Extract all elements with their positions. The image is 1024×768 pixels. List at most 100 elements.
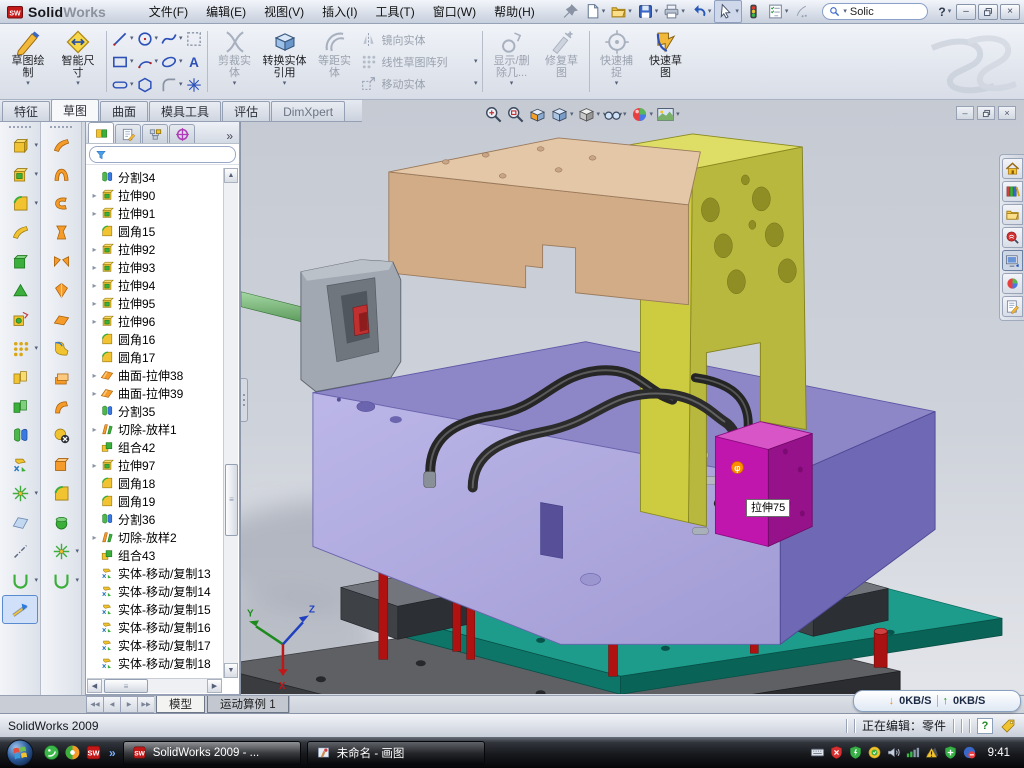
panel-splitter-handle[interactable] xyxy=(241,378,248,422)
options-button[interactable]: ▾ xyxy=(765,1,791,22)
menu-item-1[interactable]: 编辑(E) xyxy=(197,0,255,23)
selection-box-button[interactable] xyxy=(185,28,203,50)
knit-surface-button[interactable] xyxy=(43,363,79,392)
expand-icon[interactable]: ▸ xyxy=(89,281,100,290)
sketch-button[interactable]: 草图绘制▾ xyxy=(4,27,52,96)
solidworks-resources-tab[interactable] xyxy=(1002,158,1023,179)
tree-item[interactable]: ▸拉伸90 xyxy=(89,186,222,204)
solidworks-search-tab[interactable] xyxy=(1002,227,1023,248)
tab-草图[interactable]: 草图 xyxy=(51,99,99,121)
tree-item[interactable]: ▸拉伸95 xyxy=(89,294,222,312)
tree-item[interactable]: ▸曲面-拉伸38 xyxy=(89,366,222,384)
3d-model-scene[interactable]: φ Y Z xyxy=(241,100,1024,694)
tree-item[interactable]: 圆角18 xyxy=(89,474,222,492)
extruded-boss-button[interactable]: ▾ xyxy=(2,131,38,160)
zoom-area-button[interactable] xyxy=(506,105,525,124)
sheet-nav-3[interactable]: ▶▶ xyxy=(137,696,154,713)
quick-launch-overflow[interactable]: » xyxy=(109,746,116,760)
filled-surface-button[interactable] xyxy=(43,247,79,276)
tab-特征[interactable]: 特征 xyxy=(2,101,50,121)
apply-scene-button[interactable]: ▾ xyxy=(656,105,680,124)
close-button[interactable]: × xyxy=(1000,4,1020,20)
defender-icon[interactable] xyxy=(943,745,958,760)
spline-button[interactable]: ▾ xyxy=(160,28,183,50)
expand-icon[interactable]: ▸ xyxy=(89,299,100,308)
expand-icon[interactable]: ▸ xyxy=(89,371,100,380)
circle-button[interactable]: ▾ xyxy=(136,28,159,50)
sheet-nav-0[interactable]: ◀◀ xyxy=(86,696,103,713)
boundary-surface-button[interactable] xyxy=(43,218,79,247)
curve-through-points-button[interactable]: ▾ xyxy=(43,566,79,595)
search-box[interactable]: ▾ Solic xyxy=(822,3,928,20)
file-explorer-tab[interactable] xyxy=(1002,204,1023,225)
ruled-surface-button[interactable] xyxy=(43,334,79,363)
tree-item[interactable]: 分割35 xyxy=(89,402,222,420)
revolved-boss-button[interactable] xyxy=(2,247,38,276)
offset-entities-button[interactable]: 等距实体 xyxy=(312,27,358,96)
input-keyboard-icon[interactable] xyxy=(810,745,825,760)
restore-button[interactable] xyxy=(978,4,998,20)
expand-icon[interactable]: ▸ xyxy=(89,317,100,326)
repair-sketch-button[interactable]: 修复草图 xyxy=(539,27,585,96)
tree-item[interactable]: ▸拉伸94 xyxy=(89,276,222,294)
tree-item[interactable]: 实体-移动/复制15 xyxy=(89,600,222,618)
expand-icon[interactable]: ▸ xyxy=(89,461,100,470)
reference-plane-button[interactable] xyxy=(2,508,38,537)
horizontal-scroll-thumb[interactable]: ≡ xyxy=(104,679,148,693)
volume-icon[interactable] xyxy=(886,745,901,760)
messenger-icon[interactable] xyxy=(43,744,60,761)
tags-icon[interactable] xyxy=(1000,718,1016,734)
extruded-cut-button[interactable]: ▾ xyxy=(2,160,38,189)
tree-item[interactable]: 实体-移动/复制13 xyxy=(89,564,222,582)
tree-item[interactable]: ▸切除-放样1 xyxy=(89,420,222,438)
linear-sketch-pattern-button[interactable]: 线性草图阵列▾ xyxy=(360,51,478,72)
features-toolbar-grip[interactable] xyxy=(9,126,31,128)
display-relations-button[interactable]: 显示/删除几...▾ xyxy=(487,27,537,96)
help-button[interactable]: ?▾ xyxy=(938,5,951,19)
join-bodies-button[interactable] xyxy=(2,392,38,421)
tab-评估[interactable]: 评估 xyxy=(222,101,270,121)
sync-icon[interactable] xyxy=(962,745,977,760)
scroll-left-icon[interactable]: ◀ xyxy=(87,679,102,693)
menu-item-6[interactable]: 帮助(H) xyxy=(485,0,544,23)
dimxpertmanager-tab[interactable] xyxy=(169,124,195,143)
tree-item[interactable]: 分割36 xyxy=(89,510,222,528)
scroll-right-icon[interactable]: ▶ xyxy=(207,679,222,693)
expand-icon[interactable]: ▸ xyxy=(89,389,100,398)
configurationmanager-tab[interactable] xyxy=(142,124,168,143)
tree-horizontal-scrollbar[interactable]: ◀ ≡ ▶ xyxy=(87,678,222,693)
manager-tabs-overflow[interactable]: » xyxy=(222,129,237,143)
freeform-button[interactable]: ▾ xyxy=(43,537,79,566)
trim-entities-button[interactable]: 剪裁实体▾ xyxy=(212,27,258,96)
extend-surface-button[interactable] xyxy=(43,392,79,421)
tree-item[interactable]: 分割34 xyxy=(89,168,222,186)
expand-icon[interactable]: ▸ xyxy=(89,245,100,254)
toolbar-overflow-button[interactable] xyxy=(791,1,812,22)
propertymanager-tab[interactable] xyxy=(115,124,141,143)
view-palette-tab[interactable] xyxy=(1002,250,1023,271)
doc-tab-0[interactable]: 模型 xyxy=(156,696,205,713)
tree-vertical-scrollbar[interactable]: ▲ ≡ ▼ xyxy=(223,168,238,678)
offset-surface-button[interactable] xyxy=(43,305,79,334)
menu-item-3[interactable]: 插入(I) xyxy=(313,0,366,23)
tab-模具工具[interactable]: 模具工具 xyxy=(149,101,221,121)
launcher-icon[interactable] xyxy=(64,744,81,761)
expand-icon[interactable]: ▸ xyxy=(89,191,100,200)
sheet-nav-2[interactable]: ▶ xyxy=(120,696,137,713)
print-button[interactable]: ▾ xyxy=(661,1,687,22)
point-button[interactable] xyxy=(185,74,203,96)
tree-item[interactable]: 圆角16 xyxy=(89,330,222,348)
instant3d-button[interactable] xyxy=(2,595,38,624)
polygon-button[interactable] xyxy=(136,74,159,96)
move-copy-body-button[interactable] xyxy=(2,450,38,479)
surfaces-toolbar-grip[interactable] xyxy=(50,126,72,128)
rebuild-button[interactable] xyxy=(743,1,764,22)
hole-wizard-button[interactable] xyxy=(2,305,38,334)
doc-restore-button[interactable] xyxy=(977,106,995,120)
menu-item-2[interactable]: 视图(V) xyxy=(255,0,313,23)
scroll-down-icon[interactable]: ▼ xyxy=(224,663,238,678)
surface-fillet-button[interactable] xyxy=(43,479,79,508)
reference-axis-button[interactable] xyxy=(2,537,38,566)
insert-part-button[interactable]: ▾ xyxy=(2,479,38,508)
tab-曲面[interactable]: 曲面 xyxy=(100,101,148,121)
